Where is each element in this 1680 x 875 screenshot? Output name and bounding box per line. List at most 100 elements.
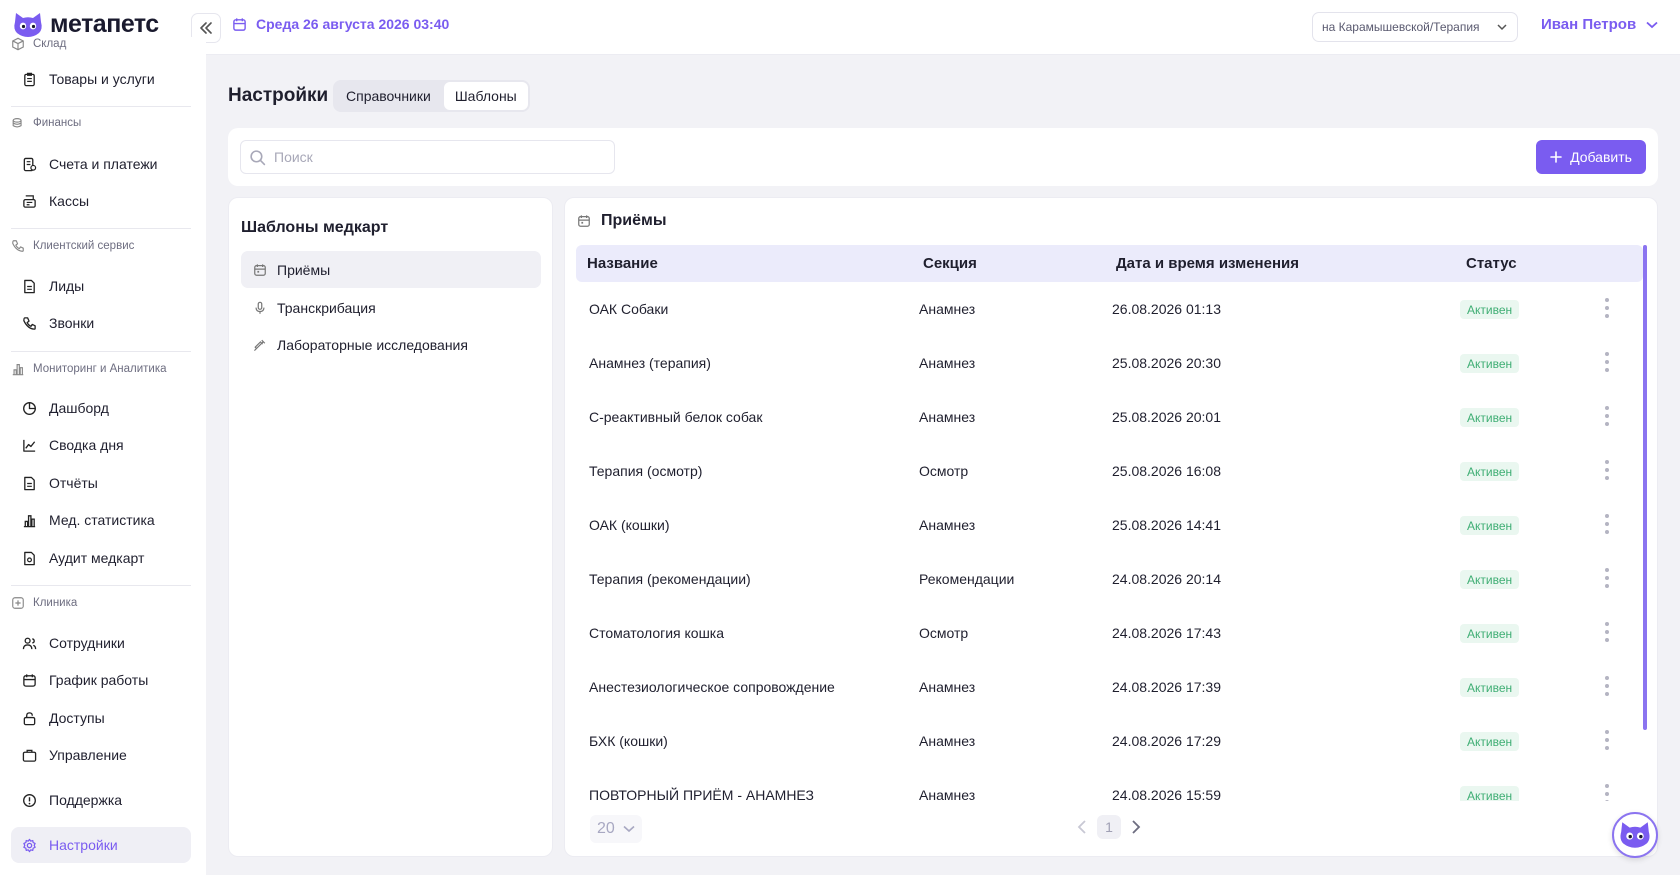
column-header-name[interactable]: Название <box>587 255 658 272</box>
templates-table-panel: Приёмы Название Секция Дата и время изме… <box>564 197 1658 857</box>
search-box <box>240 140 615 174</box>
table-row[interactable]: Терапия (рекомендации) Рекомендации 24.0… <box>576 552 1643 606</box>
sidebar-item-goods[interactable]: Товары и услуги <box>11 61 191 97</box>
category-appointments[interactable]: Приёмы <box>241 251 541 288</box>
table-row[interactable]: Стоматология кошка Осмотр 24.08.2026 17:… <box>576 606 1643 660</box>
sidebar-item-reports[interactable]: Отчёты <box>11 465 191 501</box>
invoice-icon <box>23 157 37 171</box>
row-name: Анестезиологическое сопровождение <box>589 679 835 695</box>
category-lab-tests[interactable]: Лабораторные исследования <box>241 326 541 363</box>
row-menu-icon[interactable] <box>1604 568 1610 588</box>
sidebar-item-settings[interactable]: Настройки <box>11 827 191 863</box>
sidebar-item-management[interactable]: Управление <box>11 737 191 773</box>
user-menu[interactable]: Иван Петров <box>1541 16 1658 33</box>
sidebar-item-med-statistics[interactable]: Мед. статистика <box>11 502 191 538</box>
table-panel-title: Приёмы <box>577 212 667 230</box>
status-badge: Активен <box>1460 300 1520 319</box>
column-header-date[interactable]: Дата и время изменения <box>1116 255 1299 272</box>
table-row[interactable]: ОАК Собаки Анамнез 26.08.2026 01:13 Акти… <box>576 282 1643 336</box>
sidebar-item-schedule[interactable]: График работы <box>11 662 191 698</box>
sidebar-section-client-service: Клиентский сервис <box>11 239 134 253</box>
calendar-icon <box>233 17 246 31</box>
table-row[interactable]: ПОВТОРНЫЙ ПРИЁМ - АНАМНЕЗ Анамнез 24.08.… <box>576 768 1643 801</box>
row-menu-icon[interactable] <box>1604 352 1610 372</box>
sidebar-item-invoices[interactable]: Счета и платежи <box>11 146 191 182</box>
sidebar-divider <box>11 585 191 586</box>
sidebar-item-employees[interactable]: Сотрудники <box>11 625 191 661</box>
table-row[interactable]: Анестезиологическое сопровождение Анамне… <box>576 660 1643 714</box>
page-size-select[interactable]: 20 <box>590 815 642 843</box>
sidebar-item-medcard-audit[interactable]: Аудит медкарт <box>11 540 191 576</box>
briefcase-icon <box>22 749 37 762</box>
row-menu-icon[interactable] <box>1604 730 1610 750</box>
table-row[interactable]: БХК (кошки) Анамнез 24.08.2026 17:29 Акт… <box>576 714 1643 768</box>
sidebar-item-cash-registers[interactable]: Кассы <box>11 183 191 219</box>
table-scrollbar[interactable] <box>1643 245 1647 730</box>
info-icon <box>23 793 36 807</box>
tab-templates[interactable]: Шаблоны <box>443 82 528 110</box>
column-header-section[interactable]: Секция <box>923 255 977 272</box>
sidebar-item-calls[interactable]: Звонки <box>11 305 191 341</box>
sidebar-item-leads[interactable]: Лиды <box>11 268 191 304</box>
sidebar-item-day-summary[interactable]: Сводка дня <box>11 427 191 463</box>
templates-panel-title: Шаблоны медкарт <box>241 219 389 236</box>
sidebar-item-access[interactable]: Доступы <box>11 700 191 736</box>
row-menu-icon[interactable] <box>1604 622 1610 642</box>
table-row[interactable]: Анамнез (терапия) Анамнез 25.08.2026 20:… <box>576 336 1643 390</box>
row-menu-icon[interactable] <box>1604 514 1610 534</box>
tab-directories[interactable]: Справочники <box>335 82 442 110</box>
row-menu-icon[interactable] <box>1604 460 1610 480</box>
row-section: Анамнез <box>919 301 976 317</box>
coins-icon <box>12 118 22 128</box>
row-name: БХК (кошки) <box>589 733 668 749</box>
sidebar: Склад Товары и услуги Финансы Счета и пл… <box>0 37 206 875</box>
sidebar-item-support[interactable]: Поддержка <box>11 782 191 818</box>
table-row[interactable]: С-реактивный белок собак Анамнез 25.08.2… <box>576 390 1643 444</box>
table-row[interactable]: Терапия (осмотр) Осмотр 25.08.2026 16:08… <box>576 444 1643 498</box>
document-icon <box>24 476 35 490</box>
users-icon <box>22 637 37 649</box>
cat-assistant-icon <box>1620 822 1650 848</box>
search-input[interactable] <box>274 149 594 165</box>
row-date: 26.08.2026 01:13 <box>1112 301 1221 317</box>
calendar-icon <box>23 673 36 687</box>
chevron-right-icon[interactable] <box>1131 819 1141 835</box>
user-name: Иван Петров <box>1541 16 1637 33</box>
toolbar: Добавить <box>228 128 1658 186</box>
status-badge: Активен <box>1460 462 1520 481</box>
page-title: Настройки <box>228 85 329 106</box>
logo[interactable]: метапетс <box>12 10 159 39</box>
row-menu-icon[interactable] <box>1604 406 1610 426</box>
register-icon <box>23 194 36 208</box>
table-row[interactable]: ОАК (кошки) Анамнез 25.08.2026 14:41 Акт… <box>576 498 1643 552</box>
status-badge: Активен <box>1460 678 1520 697</box>
page-number[interactable]: 1 <box>1097 815 1121 839</box>
row-menu-icon[interactable] <box>1604 298 1610 318</box>
table-body: ОАК Собаки Анамнез 26.08.2026 01:13 Акти… <box>576 282 1643 801</box>
cat-logo-icon <box>14 12 42 37</box>
chevron-left-icon[interactable] <box>1077 819 1087 835</box>
category-transcription[interactable]: Транскрибация <box>241 289 541 326</box>
sidebar-divider <box>11 351 191 352</box>
branch-select[interactable]: на Карамышевской/Терапия <box>1312 12 1518 42</box>
row-menu-icon[interactable] <box>1604 784 1610 801</box>
row-section: Осмотр <box>919 463 969 479</box>
row-date: 25.08.2026 20:01 <box>1112 409 1221 425</box>
chat-assistant-button[interactable] <box>1612 812 1658 858</box>
calendar-icon <box>578 215 590 227</box>
add-button[interactable]: Добавить <box>1536 140 1646 174</box>
plus-icon <box>1550 151 1562 163</box>
phone-icon <box>12 240 24 252</box>
row-name: ОАК Собаки <box>589 301 669 317</box>
date-text: Среда 26 августа 2026 03:40 <box>256 16 450 32</box>
templates-panel: Шаблоны медкарт Приёмы Транскрибация Лаб… <box>228 197 553 857</box>
sidebar-item-dashboard[interactable]: Дашборд <box>11 390 191 426</box>
table-header: Название Секция Дата и время изменения С… <box>576 245 1643 282</box>
row-section: Рекомендации <box>919 571 1015 587</box>
row-name: ОАК (кошки) <box>589 517 670 533</box>
chevron-down-icon <box>1497 23 1507 30</box>
row-name: Терапия (рекомендации) <box>589 571 751 587</box>
row-section: Анамнез <box>919 355 976 371</box>
row-menu-icon[interactable] <box>1604 676 1610 696</box>
column-header-status[interactable]: Статус <box>1466 255 1517 272</box>
